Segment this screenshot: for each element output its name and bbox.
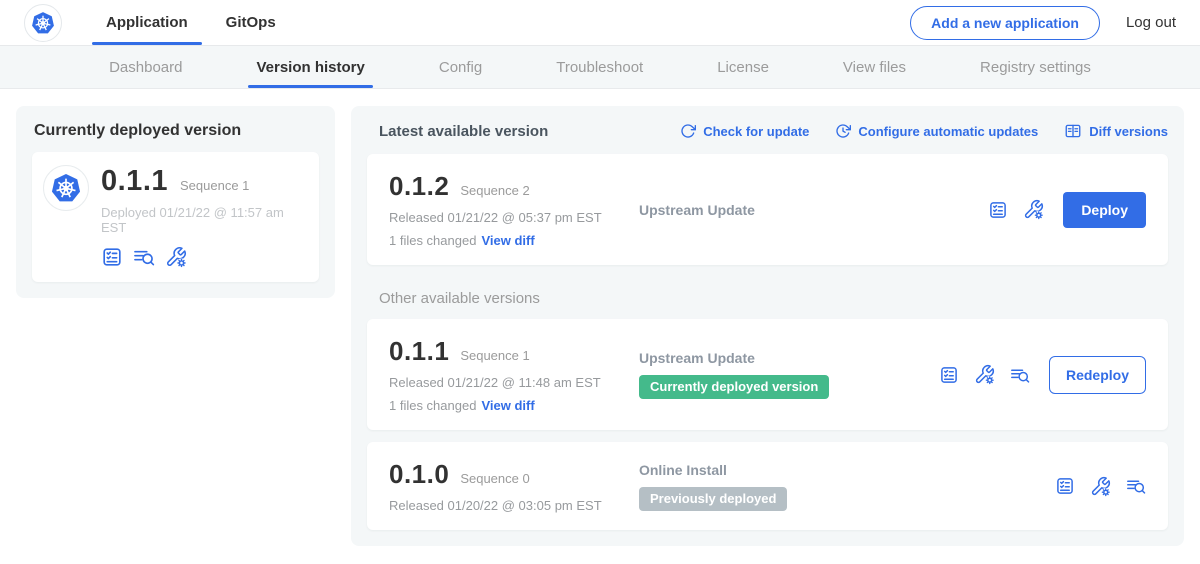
view-diff-link[interactable]: View diff (481, 233, 534, 248)
tab-gitops-label: GitOps (226, 14, 276, 31)
released-timestamp: Released 01/21/22 @ 05:37 pm EST (389, 210, 639, 225)
diff-versions-label: Diff versions (1089, 124, 1168, 139)
version-source-block: Upstream Update (639, 202, 939, 218)
checklist-icon[interactable] (1055, 476, 1075, 496)
tab-application[interactable]: Application (92, 0, 202, 45)
version-number: 0.1.2 (389, 171, 449, 202)
version-row-0-1-2: 0.1.2 Sequence 2 Released 01/21/22 @ 05:… (367, 154, 1168, 265)
redeploy-button[interactable]: Redeploy (1049, 356, 1146, 394)
files-changed: 1 files changed View diff (389, 398, 639, 413)
currently-deployed-card: Currently deployed version 0.1.1 Sequenc… (16, 106, 335, 298)
deployed-timestamp: Deployed 01/21/22 @ 11:57 am EST (101, 205, 303, 235)
latest-available-title: Latest available version (379, 123, 548, 140)
sequence-label: Sequence 2 (460, 183, 529, 198)
auto-update-clock-icon (835, 123, 851, 139)
subnav-item-license[interactable]: License (709, 46, 777, 88)
checklist-icon[interactable] (101, 246, 123, 268)
version-source-block: Online Install Previously deployed (639, 462, 939, 511)
files-changed-label: 1 files changed (389, 233, 476, 248)
check-for-update-label: Check for update (703, 124, 809, 139)
subnav-item-config[interactable]: Config (431, 46, 490, 88)
version-source-block: Upstream Update Currently deployed versi… (639, 350, 939, 399)
checklist-icon[interactable] (939, 365, 959, 385)
add-application-button[interactable]: Add a new application (910, 6, 1100, 40)
subnav-item-view-files[interactable]: View files (835, 46, 914, 88)
view-diff-link[interactable]: View diff (481, 398, 534, 413)
subnav-label: Config (439, 59, 482, 76)
wrench-gear-icon[interactable] (1090, 476, 1111, 497)
subnav-label: License (717, 59, 769, 76)
logout-button[interactable]: Log out (1126, 14, 1176, 31)
version-actions: Deploy (988, 192, 1146, 228)
deployed-version-number: 0.1.1 (101, 165, 168, 198)
tab-gitops[interactable]: GitOps (212, 0, 290, 45)
top-tabs: Application GitOps (92, 0, 300, 45)
topnav-spacer (300, 0, 910, 45)
kubernetes-logo-icon (48, 170, 84, 206)
other-available-title: Other available versions (379, 290, 1168, 307)
version-row-0-1-1: 0.1.1 Sequence 1 Released 01/21/22 @ 11:… (367, 319, 1168, 430)
version-number: 0.1.1 (389, 336, 449, 367)
kubernetes-logo-icon (29, 9, 57, 37)
released-timestamp: Released 01/20/22 @ 03:05 pm EST (389, 498, 639, 513)
check-for-update-link[interactable]: Check for update (680, 123, 809, 139)
app-subnav: Dashboard Version history Config Trouble… (0, 46, 1200, 89)
tab-application-label: Application (106, 14, 188, 31)
subnav-label: Dashboard (109, 59, 182, 76)
wrench-gear-icon[interactable] (974, 364, 995, 385)
files-changed: 1 files changed View diff (389, 233, 639, 248)
files-changed-label: 1 files changed (389, 398, 476, 413)
subnav-label: Registry settings (980, 59, 1091, 76)
status-badge-currently-deployed: Currently deployed version (639, 375, 829, 399)
currently-deployed-title: Currently deployed version (34, 122, 317, 140)
version-row-0-1-0: 0.1.0 Sequence 0 Released 01/20/22 @ 03:… (367, 442, 1168, 530)
version-info: 0.1.1 Sequence 1 Released 01/21/22 @ 11:… (389, 336, 639, 413)
available-versions-panel: Latest available version Check for updat… (351, 106, 1184, 546)
main-content: Currently deployed version 0.1.1 Sequenc… (0, 89, 1200, 563)
subnav-label: View files (843, 59, 906, 76)
version-info: 0.1.0 Sequence 0 Released 01/20/22 @ 03:… (389, 459, 639, 513)
version-actions: Redeploy (939, 356, 1146, 394)
status-badge-previously-deployed: Previously deployed (639, 487, 787, 511)
version-actions (1055, 476, 1146, 497)
wrench-gear-icon[interactable] (165, 246, 187, 268)
configure-auto-updates-label: Configure automatic updates (858, 124, 1038, 139)
file-search-icon[interactable] (1010, 365, 1030, 385)
sequence-label: Sequence 0 (460, 471, 529, 486)
subnav-item-troubleshoot[interactable]: Troubleshoot (548, 46, 651, 88)
version-source: Upstream Update (639, 350, 755, 366)
deployed-version-info: 0.1.1 Sequence 1 Deployed 01/21/22 @ 11:… (101, 165, 303, 268)
released-timestamp: Released 01/21/22 @ 11:48 am EST (389, 375, 639, 390)
deployed-version-card: 0.1.1 Sequence 1 Deployed 01/21/22 @ 11:… (32, 152, 319, 282)
deployed-version-actions (101, 246, 303, 268)
top-nav: Application GitOps Add a new application… (0, 0, 1200, 46)
subnav-label: Troubleshoot (556, 59, 643, 76)
panel-header: Latest available version Check for updat… (379, 122, 1168, 140)
subnav-item-registry-settings[interactable]: Registry settings (972, 46, 1099, 88)
subnav-item-version-history[interactable]: Version history (248, 46, 372, 88)
application-icon (43, 165, 89, 211)
subnav-item-dashboard[interactable]: Dashboard (101, 46, 190, 88)
diff-versions-link[interactable]: Diff versions (1064, 122, 1168, 140)
wrench-gear-icon[interactable] (1023, 199, 1044, 220)
panel-actions: Check for update Configure automatic upd… (680, 122, 1168, 140)
diff-columns-icon (1064, 122, 1082, 140)
version-number: 0.1.0 (389, 459, 449, 490)
app-logo (24, 4, 62, 42)
checklist-icon[interactable] (988, 200, 1008, 220)
file-search-icon[interactable] (1126, 476, 1146, 496)
deployed-sequence-label: Sequence 1 (180, 178, 249, 193)
version-source: Online Install (639, 462, 727, 478)
deploy-button[interactable]: Deploy (1063, 192, 1146, 228)
version-source: Upstream Update (639, 202, 755, 218)
configure-auto-updates-link[interactable]: Configure automatic updates (835, 123, 1038, 139)
version-info: 0.1.2 Sequence 2 Released 01/21/22 @ 05:… (389, 171, 639, 248)
refresh-icon (680, 123, 696, 139)
subnav-label: Version history (256, 59, 364, 76)
file-search-icon[interactable] (133, 246, 155, 268)
sequence-label: Sequence 1 (460, 348, 529, 363)
